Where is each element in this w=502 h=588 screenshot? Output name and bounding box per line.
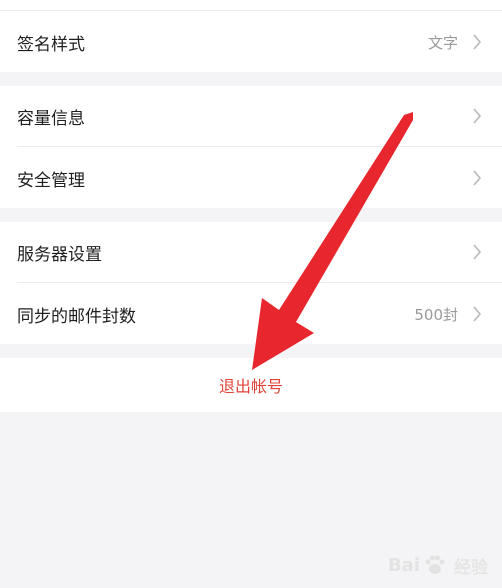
row-label: 服务器设置 xyxy=(17,244,102,265)
row-label: 容量信息 xyxy=(17,108,85,129)
watermark: Bai 经验 xyxy=(388,552,488,578)
row-label: 签名样式 xyxy=(17,34,85,55)
settings-row-capacity-info[interactable]: 容量信息 xyxy=(0,86,502,146)
row-divider xyxy=(17,146,502,147)
settings-group-1: 签名样式 文字 xyxy=(0,0,502,72)
logout-label: 退出帐号 xyxy=(218,377,283,396)
chevron-right-icon xyxy=(473,170,482,186)
row-label: 同步的邮件封数 xyxy=(17,306,136,327)
chevron-right-icon xyxy=(473,34,482,50)
watermark-sub: 经验 xyxy=(454,557,488,578)
settings-row-server-settings[interactable]: 服务器设置 xyxy=(0,222,502,282)
logout-button[interactable]: 退出帐号 xyxy=(0,358,502,412)
row-value: 文字 xyxy=(427,33,458,52)
chevron-right-icon xyxy=(473,108,482,124)
row-label: 安全管理 xyxy=(17,170,85,191)
top-divider xyxy=(0,10,502,11)
row-divider xyxy=(17,282,502,283)
chevron-right-icon xyxy=(473,306,482,322)
settings-row-signature-style[interactable]: 签名样式 文字 xyxy=(0,12,502,72)
watermark-brand-a: Bai xyxy=(387,554,420,576)
chevron-right-icon xyxy=(473,244,482,260)
row-value: 500封 xyxy=(414,305,458,324)
settings-group-2: 容量信息 安全管理 xyxy=(0,86,502,208)
settings-group-3: 服务器设置 同步的邮件封数 500封 xyxy=(0,222,502,344)
settings-row-sync-mail-count[interactable]: 同步的邮件封数 500封 xyxy=(0,284,502,344)
paw-logo-icon xyxy=(425,555,445,574)
settings-row-security-management[interactable]: 安全管理 xyxy=(0,148,502,208)
